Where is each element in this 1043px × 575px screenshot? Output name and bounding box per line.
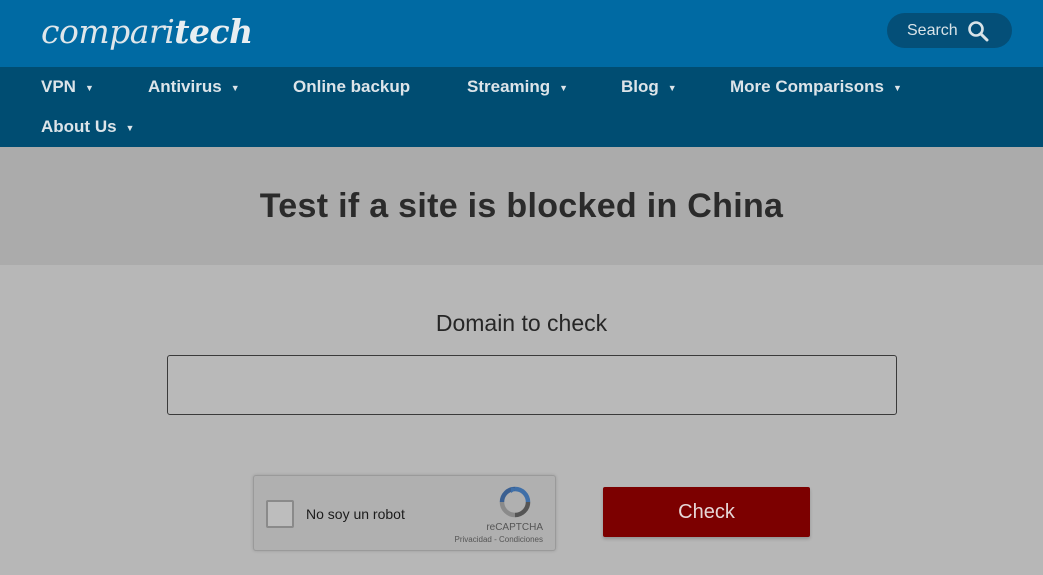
nav-item-online-backup[interactable]: Online backup (293, 77, 410, 97)
check-button[interactable]: Check (603, 487, 810, 537)
recaptcha-brand: reCAPTCHA (486, 522, 543, 533)
search-button[interactable]: Search (887, 13, 1012, 48)
nav-item-antivirus[interactable]: Antivirus ▼ (148, 77, 240, 97)
nav-item-streaming[interactable]: Streaming ▼ (467, 77, 568, 97)
logo-text-light: compari (41, 12, 175, 51)
search-button-label: Search (907, 21, 958, 39)
page-title: Test if a site is blocked in China (259, 187, 784, 225)
domain-input[interactable] (167, 355, 897, 415)
hero-banner: Test if a site is blocked in China (0, 147, 1043, 265)
recaptcha-icon (499, 486, 531, 518)
nav-item-label: Streaming (467, 77, 551, 96)
recaptcha-links[interactable]: Privacidad - Condiciones (455, 535, 544, 544)
nav-item-label: Antivirus (148, 77, 222, 96)
search-icon (967, 20, 989, 41)
nav-item-label: More Comparisons (730, 77, 884, 96)
caret-down-icon: ▼ (84, 83, 94, 93)
recaptcha-label: No soy un robot (306, 506, 405, 522)
nav-item-more-comparisons[interactable]: More Comparisons ▼ (730, 77, 902, 97)
recaptcha-checkbox[interactable] (266, 500, 294, 528)
nav-item-label: Online backup (293, 77, 411, 96)
caret-down-icon: ▼ (125, 123, 135, 133)
nav-item-about-us[interactable]: About Us ▼ (41, 117, 134, 137)
caret-down-icon: ▼ (667, 83, 677, 93)
domain-label: Domain to check (435, 310, 608, 336)
nav-item-vpn[interactable]: VPN ▼ (41, 77, 94, 97)
nav-item-label: Blog (621, 77, 659, 96)
recaptcha-widget: No soy un robot reCAPTCHA Privacidad - C… (253, 475, 556, 551)
main-nav: VPN ▼ Antivirus ▼ Online backup Streamin… (0, 67, 1043, 147)
site-header: comparitech Search (0, 0, 1043, 67)
caret-down-icon: ▼ (892, 83, 902, 93)
nav-item-blog[interactable]: Blog ▼ (621, 77, 677, 97)
nav-item-label: VPN (41, 77, 76, 96)
caret-down-icon: ▼ (559, 83, 569, 93)
logo-text-bold: tech (174, 12, 253, 51)
nav-item-label: About Us (41, 117, 117, 136)
check-form: Domain to check No soy un robot reCAPTCH… (0, 265, 1043, 575)
caret-down-icon: ▼ (230, 83, 240, 93)
comparitech-logo[interactable]: comparitech (41, 12, 253, 51)
